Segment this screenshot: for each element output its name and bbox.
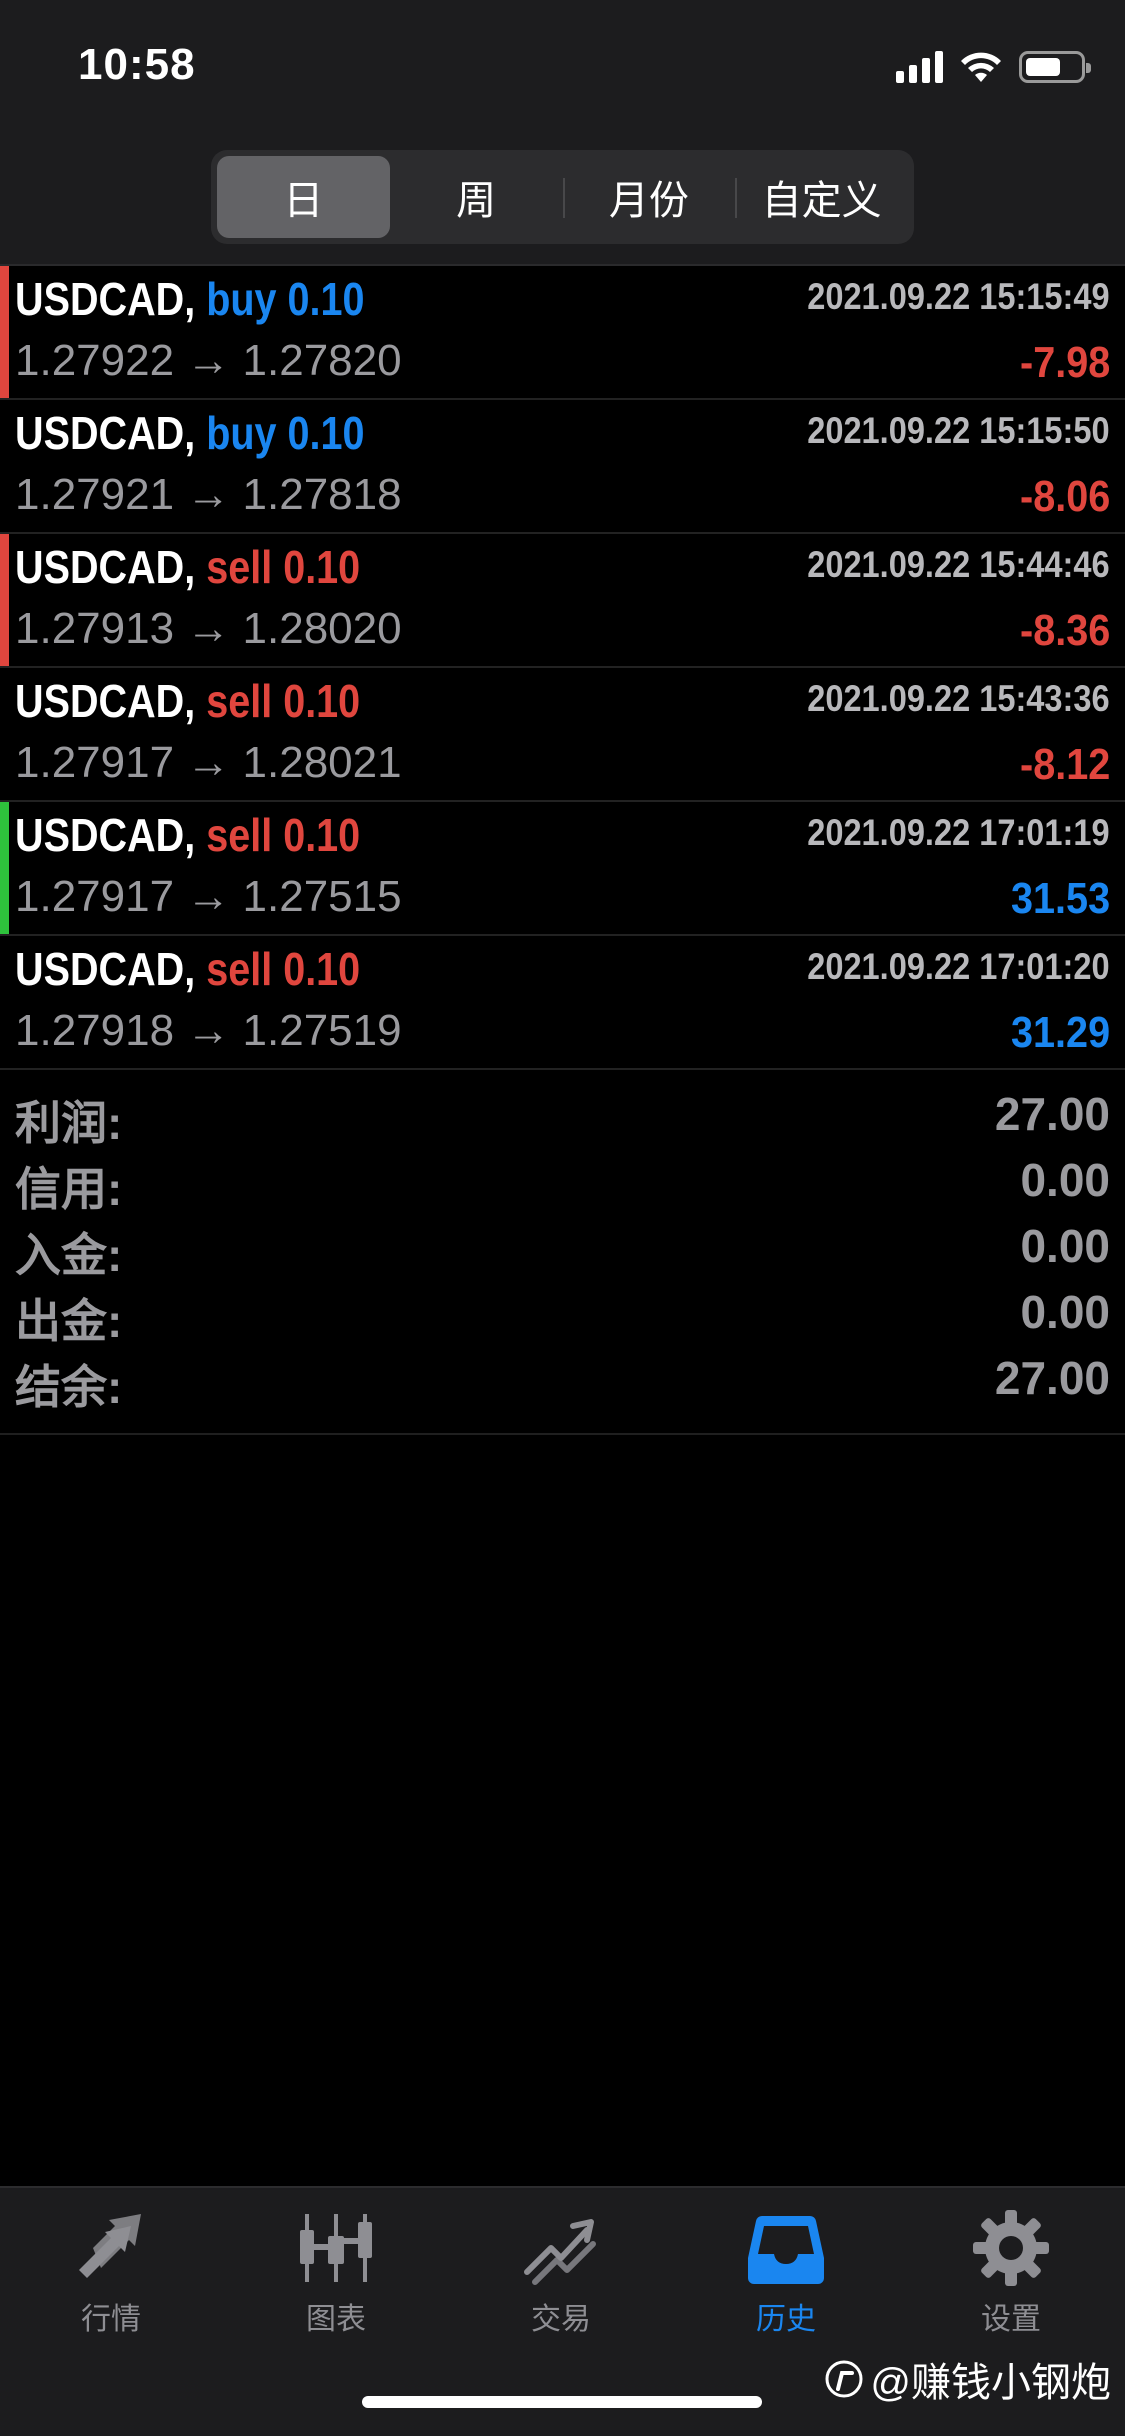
tab-label: 历史 xyxy=(756,2303,816,2336)
trade-profit: 31.53 xyxy=(1010,874,1110,923)
trade-marker xyxy=(0,802,9,934)
top-bar: 10:58 日 周 月份 自定义 xyxy=(0,0,1125,264)
trade-row[interactable]: USDCAD, sell 0.10 2021.09.22 17:01:20 1.… xyxy=(0,936,1125,1070)
trade-prices: 1.27913 → 1.28020 xyxy=(15,604,402,653)
gear-icon xyxy=(973,2210,1049,2286)
summary-value: 27.00 xyxy=(994,1352,1110,1404)
trade-prices: 1.27922 → 1.27820 xyxy=(15,336,402,385)
trade-prices: 1.27917 → 1.28021 xyxy=(15,738,402,787)
home-indicator[interactable] xyxy=(362,2396,762,2408)
trade-prices: 1.27918 → 1.27519 xyxy=(15,1006,402,1055)
status-icons xyxy=(896,50,1091,84)
trade-datetime: 2021.09.22 15:44:46 xyxy=(807,544,1110,585)
segment-week[interactable]: 周 xyxy=(390,156,563,238)
tab-label: 图表 xyxy=(306,2303,366,2336)
trade-side: sell 0.10 xyxy=(206,541,361,593)
trade-side: buy 0.10 xyxy=(206,273,365,325)
tab-label: 行情 xyxy=(81,2303,141,2336)
summary-value: 0.00 xyxy=(1020,1220,1110,1272)
summary-label: 入金: xyxy=(15,1229,123,1281)
trade-prices: 1.27917 → 1.27515 xyxy=(15,872,402,921)
tab-charts[interactable]: 图表 xyxy=(256,2208,416,2338)
summary-withdrawal: 出金: 0.00 xyxy=(15,1285,1110,1351)
summary-profit: 利润: 27.00 xyxy=(15,1087,1110,1153)
trade-profit: -7.98 xyxy=(1019,338,1110,387)
trade-marker xyxy=(0,936,9,1068)
battery-icon xyxy=(1019,51,1091,83)
status-time: 10:58 xyxy=(78,40,196,89)
trade-symbol: USDCAD, sell 0.10 xyxy=(15,675,361,727)
trade-datetime: 2021.09.22 17:01:20 xyxy=(807,946,1110,987)
trade-row[interactable]: USDCAD, sell 0.10 2021.09.22 15:43:36 1.… xyxy=(0,668,1125,802)
wifi-icon xyxy=(961,52,1001,82)
trade-marker xyxy=(0,668,9,800)
tab-trade[interactable]: 交易 xyxy=(481,2208,641,2338)
tab-label: 交易 xyxy=(531,2303,591,2336)
trade-side: sell 0.10 xyxy=(206,809,361,861)
trade-side: buy 0.10 xyxy=(206,407,365,459)
trade-symbol: USDCAD, sell 0.10 xyxy=(15,541,361,593)
trade-row[interactable]: USDCAD, sell 0.10 2021.09.22 17:01:19 1.… xyxy=(0,802,1125,936)
segment-month[interactable]: 月份 xyxy=(562,156,736,238)
trade-profit: 31.29 xyxy=(1010,1008,1110,1057)
summary-value: 27.00 xyxy=(994,1088,1110,1140)
quotes-arrows-icon xyxy=(79,2214,141,2278)
tab-settings[interactable]: 设置 xyxy=(931,2208,1091,2338)
tab-label: 设置 xyxy=(981,2303,1041,2336)
trade-side: sell 0.10 xyxy=(206,943,361,995)
trade-datetime: 2021.09.22 15:43:36 xyxy=(807,678,1110,719)
tab-history[interactable]: 历史 xyxy=(706,2208,866,2338)
trade-row[interactable]: USDCAD, sell 0.10 2021.09.22 15:44:46 1.… xyxy=(0,534,1125,668)
trade-symbol: USDCAD, sell 0.10 xyxy=(15,809,361,861)
trade-marker xyxy=(0,266,9,398)
trade-chart-icon xyxy=(524,2219,596,2285)
trade-row[interactable]: USDCAD, buy 0.10 2021.09.22 15:15:49 1.2… xyxy=(0,266,1125,400)
cellular-signal-icon xyxy=(896,51,943,83)
summary-label: 结余: xyxy=(15,1361,123,1413)
summary-label: 信用: xyxy=(15,1163,123,1215)
inbox-tray-icon xyxy=(748,2215,824,2284)
trade-datetime: 2021.09.22 15:15:50 xyxy=(807,410,1110,451)
summary-value: 0.00 xyxy=(1020,1154,1110,1206)
summary-credit: 信用: 0.00 xyxy=(15,1153,1110,1219)
trade-datetime: 2021.09.22 15:15:49 xyxy=(807,276,1110,317)
trade-symbol: USDCAD, buy 0.10 xyxy=(15,407,365,459)
trade-symbol: USDCAD, buy 0.10 xyxy=(15,273,365,325)
summary-value: 0.00 xyxy=(1020,1286,1110,1338)
candlestick-chart-icon xyxy=(300,2214,372,2282)
trade-marker xyxy=(0,534,9,666)
watermark-logo-icon xyxy=(825,2360,863,2398)
trade-row[interactable]: USDCAD, buy 0.10 2021.09.22 15:15:50 1.2… xyxy=(0,400,1125,534)
summary-deposit: 入金: 0.00 xyxy=(15,1219,1110,1285)
trade-marker xyxy=(0,400,9,532)
trade-side: sell 0.10 xyxy=(206,675,361,727)
trade-symbol: USDCAD, sell 0.10 xyxy=(15,943,361,995)
trade-profit: -8.12 xyxy=(1019,740,1110,789)
summary-balance: 结余: 27.00 xyxy=(15,1351,1110,1417)
trade-profit: -8.06 xyxy=(1019,472,1110,521)
trade-prices: 1.27921 → 1.27818 xyxy=(15,470,402,519)
segment-day[interactable]: 日 xyxy=(217,156,390,238)
trade-datetime: 2021.09.22 17:01:19 xyxy=(807,812,1110,853)
segment-custom[interactable]: 自定义 xyxy=(735,156,908,238)
account-summary: 利润: 27.00 信用: 0.00 入金: 0.00 出金: 0.00 结余:… xyxy=(0,1075,1125,1435)
summary-label: 利润: xyxy=(15,1097,123,1149)
trade-profit: -8.36 xyxy=(1019,606,1110,655)
period-segmented-control: 日 周 月份 自定义 xyxy=(211,150,914,244)
trade-history-list: USDCAD, buy 0.10 2021.09.22 15:15:49 1.2… xyxy=(0,266,1125,1070)
tab-quotes[interactable]: 行情 xyxy=(31,2208,191,2338)
summary-label: 出金: xyxy=(15,1295,123,1347)
watermark: @赚钱小钢炮 xyxy=(824,2350,1111,2408)
